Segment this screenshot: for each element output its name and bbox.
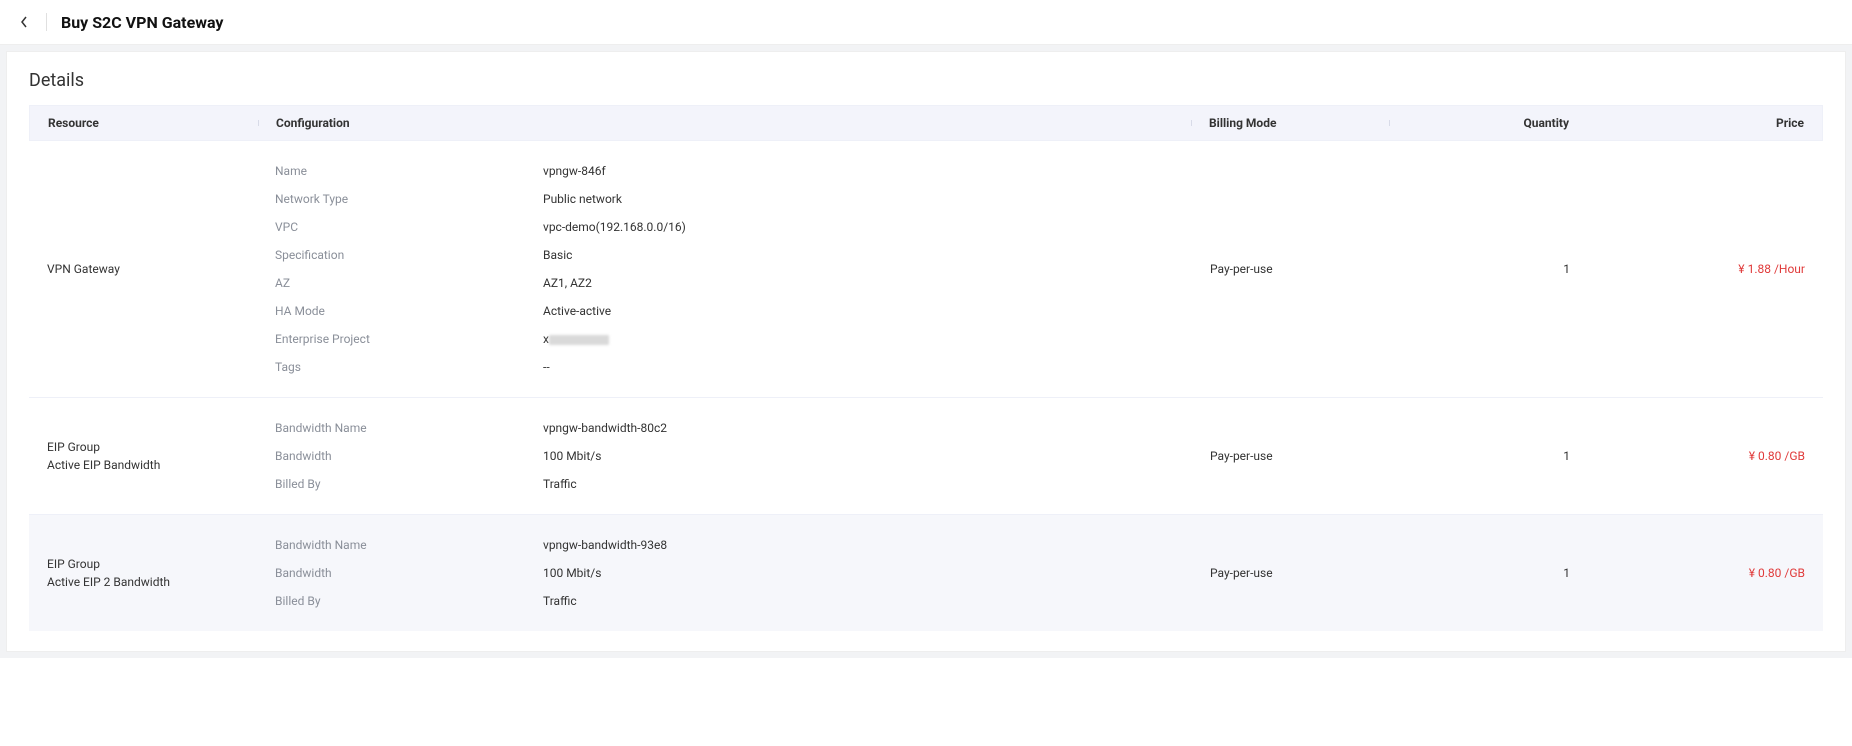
cell-price: ¥ 0.80 /GB bbox=[1570, 414, 1823, 498]
config-key: Bandwidth Name bbox=[275, 538, 543, 552]
cell-qty: 1 bbox=[1390, 157, 1570, 381]
topbar: Buy S2C VPN Gateway bbox=[0, 0, 1852, 45]
config-value: Traffic bbox=[543, 477, 577, 491]
config-row: Enterprise Projectx bbox=[275, 325, 1192, 353]
config-value: 100 Mbit/s bbox=[543, 449, 601, 463]
table-header: Resource Configuration Billing Mode Quan… bbox=[29, 105, 1823, 141]
cell-resource: EIP GroupActive EIP Bandwidth bbox=[29, 414, 257, 498]
config-row: Tags-- bbox=[275, 353, 1192, 381]
col-header-price: Price bbox=[1569, 116, 1822, 130]
config-value: x bbox=[543, 332, 609, 346]
config-value: Active-active bbox=[543, 304, 611, 318]
config-key: Bandwidth bbox=[275, 449, 543, 463]
cell-billing: Pay-per-use bbox=[1192, 414, 1390, 498]
config-key: Name bbox=[275, 164, 543, 178]
price-text: ¥ 0.80 /GB bbox=[1749, 566, 1805, 580]
resource-line: Active EIP Bandwidth bbox=[47, 456, 257, 474]
topbar-divider bbox=[46, 13, 47, 31]
config-key: Tags bbox=[275, 360, 543, 374]
config-row: Bandwidth100 Mbit/s bbox=[275, 442, 1192, 470]
config-value: 100 Mbit/s bbox=[543, 566, 601, 580]
cell-qty: 1 bbox=[1390, 414, 1570, 498]
col-header-billing: Billing Mode bbox=[1191, 116, 1389, 130]
cell-qty: 1 bbox=[1390, 531, 1570, 615]
table-row: VPN GatewayNamevpngw-846fNetwork TypePub… bbox=[29, 141, 1823, 397]
config-key: Bandwidth Name bbox=[275, 421, 543, 435]
redacted-block bbox=[549, 335, 609, 345]
resource-line: VPN Gateway bbox=[47, 260, 257, 278]
config-row: Network TypePublic network bbox=[275, 185, 1192, 213]
page-wrap: Details Resource Configuration Billing M… bbox=[0, 45, 1852, 658]
config-value: Traffic bbox=[543, 594, 577, 608]
page-title: Buy S2C VPN Gateway bbox=[61, 13, 223, 32]
config-value: Public network bbox=[543, 192, 622, 206]
config-value: vpngw-bandwidth-80c2 bbox=[543, 421, 667, 435]
price-text: ¥ 1.88 /Hour bbox=[1738, 262, 1805, 276]
cell-billing: Pay-per-use bbox=[1192, 531, 1390, 615]
config-value: Basic bbox=[543, 248, 572, 262]
config-row: Bandwidth100 Mbit/s bbox=[275, 559, 1192, 587]
back-icon[interactable] bbox=[16, 14, 32, 30]
config-key: Specification bbox=[275, 248, 543, 262]
config-key: Billed By bbox=[275, 594, 543, 608]
config-key: AZ bbox=[275, 276, 543, 290]
config-key: Billed By bbox=[275, 477, 543, 491]
config-row: SpecificationBasic bbox=[275, 241, 1192, 269]
section-title: Details bbox=[7, 66, 1845, 105]
config-key: VPC bbox=[275, 220, 543, 234]
price-text: ¥ 0.80 /GB bbox=[1749, 449, 1805, 463]
config-row: HA ModeActive-active bbox=[275, 297, 1192, 325]
cell-resource: EIP GroupActive EIP 2 Bandwidth bbox=[29, 531, 257, 615]
cell-price: ¥ 0.80 /GB bbox=[1570, 531, 1823, 615]
cell-config: Bandwidth Namevpngw-bandwidth-93e8Bandwi… bbox=[257, 531, 1192, 615]
table-body: VPN GatewayNamevpngw-846fNetwork TypePub… bbox=[7, 141, 1845, 631]
config-key: Enterprise Project bbox=[275, 332, 543, 346]
config-value: vpngw-bandwidth-93e8 bbox=[543, 538, 667, 552]
config-value: vpngw-846f bbox=[543, 164, 606, 178]
config-value: -- bbox=[543, 360, 550, 374]
config-row: Billed ByTraffic bbox=[275, 587, 1192, 615]
config-row: Namevpngw-846f bbox=[275, 157, 1192, 185]
col-header-config: Configuration bbox=[258, 116, 1191, 130]
cell-resource: VPN Gateway bbox=[29, 157, 257, 381]
table-row: EIP GroupActive EIP 2 BandwidthBandwidth… bbox=[29, 514, 1823, 631]
config-value: AZ1, AZ2 bbox=[543, 276, 592, 290]
cell-billing: Pay-per-use bbox=[1192, 157, 1390, 381]
col-header-resource: Resource bbox=[30, 116, 258, 130]
col-header-qty: Quantity bbox=[1389, 116, 1569, 130]
config-row: AZAZ1, AZ2 bbox=[275, 269, 1192, 297]
config-value: vpc-demo(192.168.0.0/16) bbox=[543, 220, 686, 234]
cell-config: Namevpngw-846fNetwork TypePublic network… bbox=[257, 157, 1192, 381]
config-row: Bandwidth Namevpngw-bandwidth-93e8 bbox=[275, 531, 1192, 559]
cell-price: ¥ 1.88 /Hour bbox=[1570, 157, 1823, 381]
resource-line: EIP Group bbox=[47, 555, 257, 573]
config-row: VPCvpc-demo(192.168.0.0/16) bbox=[275, 213, 1192, 241]
config-key: Network Type bbox=[275, 192, 543, 206]
resource-line: Active EIP 2 Bandwidth bbox=[47, 573, 257, 591]
table-row: EIP GroupActive EIP BandwidthBandwidth N… bbox=[29, 397, 1823, 514]
config-row: Billed ByTraffic bbox=[275, 470, 1192, 498]
details-panel: Details Resource Configuration Billing M… bbox=[6, 51, 1846, 652]
cell-config: Bandwidth Namevpngw-bandwidth-80c2Bandwi… bbox=[257, 414, 1192, 498]
config-row: Bandwidth Namevpngw-bandwidth-80c2 bbox=[275, 414, 1192, 442]
resource-line: EIP Group bbox=[47, 438, 257, 456]
config-key: Bandwidth bbox=[275, 566, 543, 580]
config-key: HA Mode bbox=[275, 304, 543, 318]
